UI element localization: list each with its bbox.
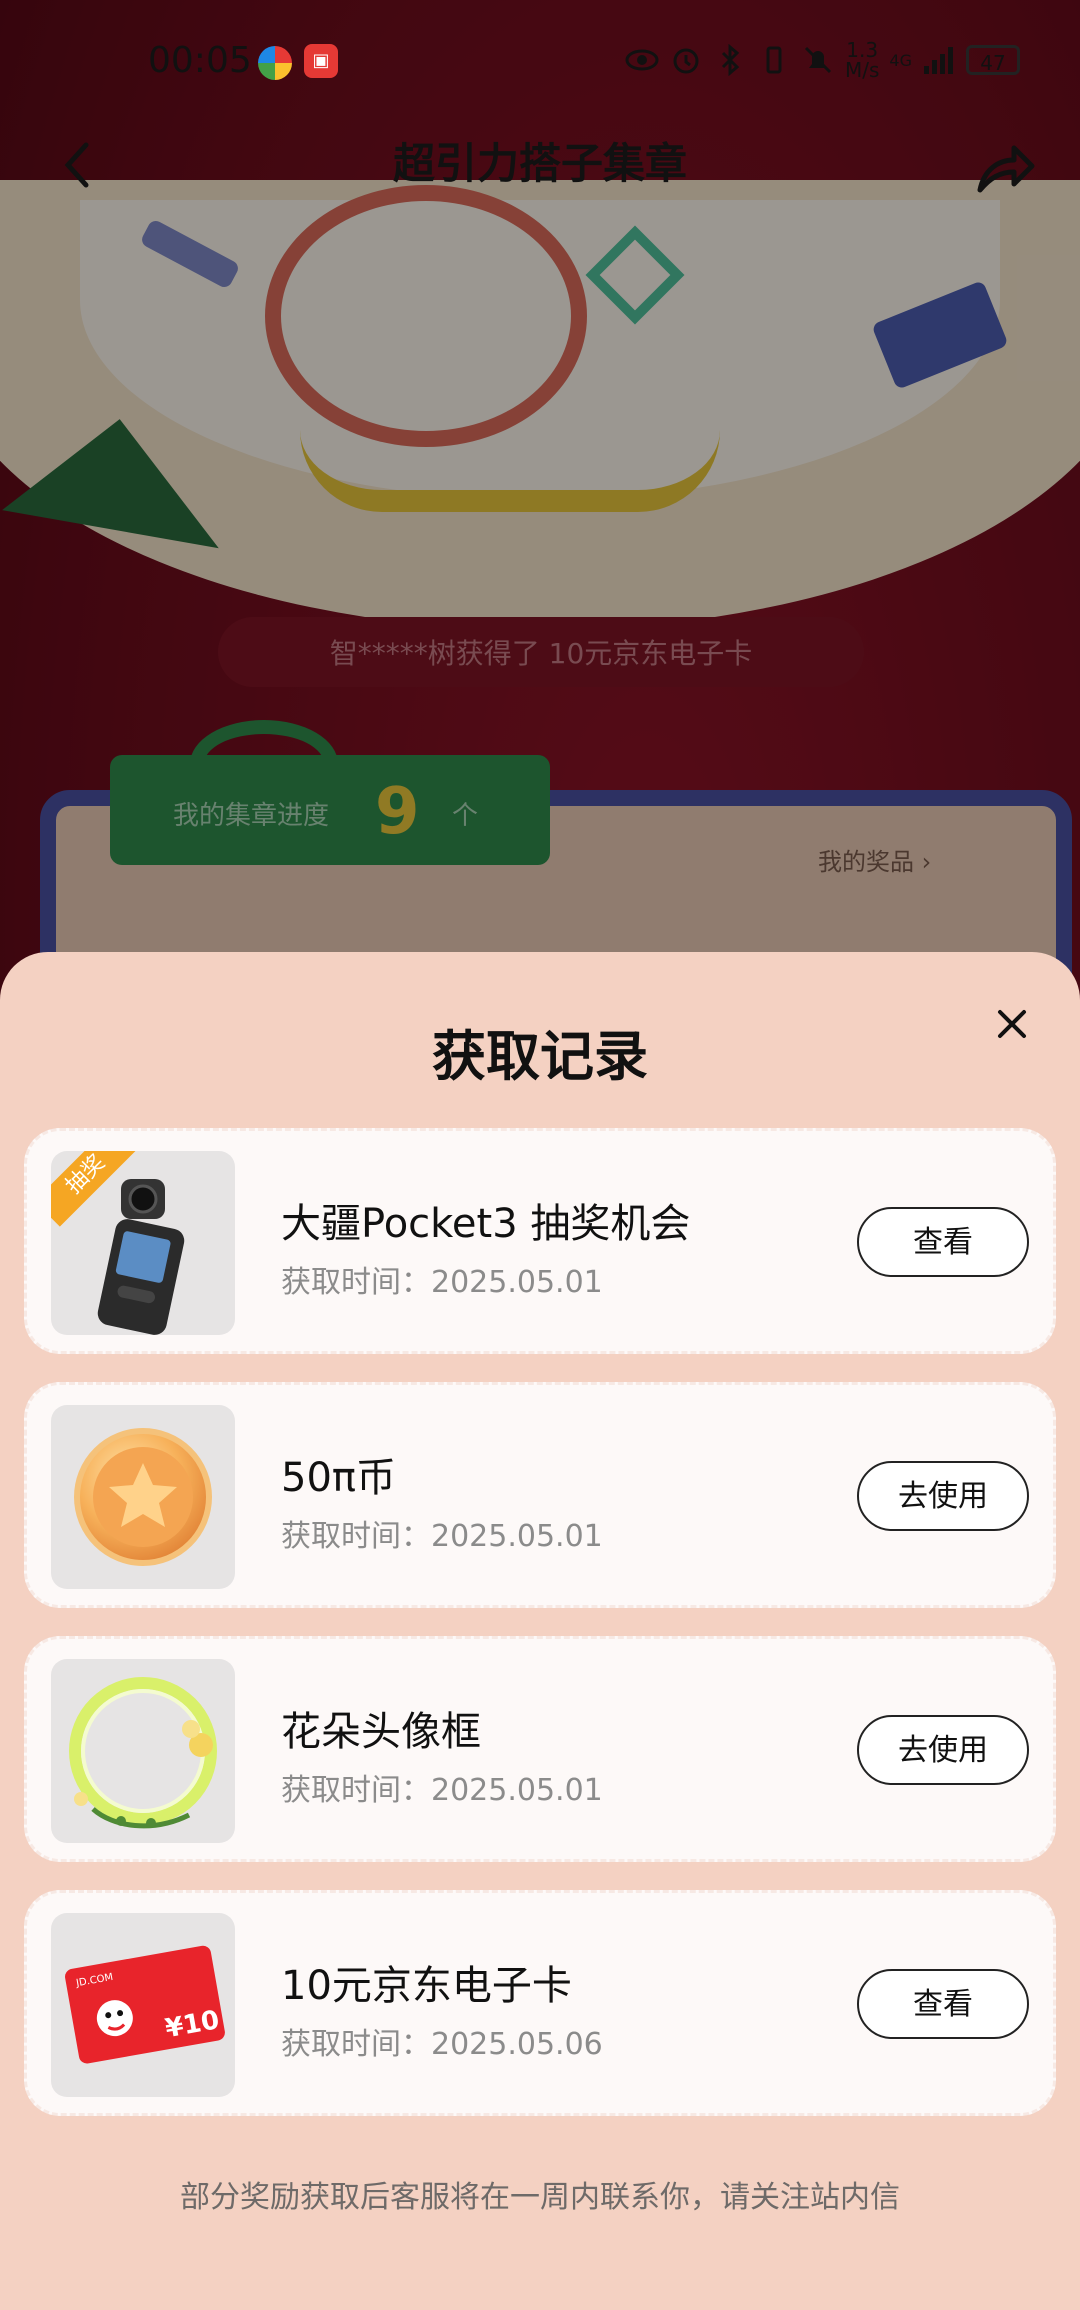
record-time: 获取时间：2025.05.01: [281, 1773, 603, 1808]
record-time: 获取时间：2025.05.01: [281, 1519, 603, 1554]
avatar-frame-icon: [69, 1677, 217, 1829]
bluetooth-icon: [721, 44, 740, 76]
network-speed: 1.3 M/s: [845, 38, 880, 82]
use-button[interactable]: 去使用: [857, 1461, 1029, 1531]
record-name: 大疆Pocket3 抽奖机会: [281, 1201, 691, 1247]
record-name: 花朵头像框: [281, 1709, 481, 1755]
record-time: 获取时间：2025.05.01: [281, 1265, 603, 1300]
mute-bell-icon: [804, 46, 832, 74]
alarm-icon: [673, 48, 699, 74]
gift-card-icon: JD.COM ¥10: [65, 1945, 225, 2064]
view-button[interactable]: 查看: [857, 1207, 1029, 1277]
record-name: 10元京东电子卡: [281, 1963, 572, 2009]
battery-icon: 47: [966, 45, 1020, 75]
view-button[interactable]: 查看: [857, 1969, 1029, 2039]
vibrate-icon: [766, 46, 782, 74]
use-button[interactable]: 去使用: [857, 1715, 1029, 1785]
footer-note: 部分奖励获取后客服将在一周内联系你，请关注站内信: [180, 2180, 900, 2215]
close-icon[interactable]: [992, 1004, 1032, 1044]
coin-icon: [74, 1428, 212, 1566]
record-card: JD.COM ¥10 10元京东电子卡 获取时间：2025.05.06 查看: [24, 1890, 1056, 2116]
record-name: 50π币: [281, 1455, 396, 1501]
app-notification-icon-2: ▣: [304, 44, 338, 78]
record-card: 50π币 获取时间：2025.05.01 去使用: [24, 1382, 1056, 1608]
record-thumbnail: [51, 1405, 235, 1589]
nav-bar: 超引力搭子集章: [0, 120, 1080, 230]
record-time: 获取时间：2025.05.06: [281, 2027, 603, 2062]
record-card: 抽奖 大疆Pocket3 抽奖机会 获取时间：2025.05.01 查看: [24, 1128, 1056, 1354]
record-thumbnail: [51, 1659, 235, 1843]
record-card: 花朵头像框 获取时间：2025.05.01 去使用: [24, 1636, 1056, 1862]
app-notification-icon: [258, 46, 292, 80]
sheet-title: 获取记录: [432, 1025, 648, 1088]
record-thumbnail: 抽奖: [51, 1151, 235, 1335]
signal-icon: [924, 47, 953, 74]
status-time: 00:05: [148, 40, 252, 81]
share-icon[interactable]: [970, 132, 1040, 202]
page-title: 超引力搭子集章: [392, 139, 687, 188]
records-sheet: 获取记录 抽奖 大疆Pocket3 抽奖机会 获取时间：2025.05.01 查…: [0, 952, 1080, 2310]
status-bar: 00:05 ▣ 1.3 M/s 4G 47: [0, 0, 1080, 120]
status-icons: 1.3 M/s 4G 47: [625, 40, 1020, 80]
record-thumbnail: JD.COM ¥10: [51, 1913, 235, 2097]
network-type: 4G: [889, 50, 912, 70]
eye-icon: [625, 49, 659, 71]
